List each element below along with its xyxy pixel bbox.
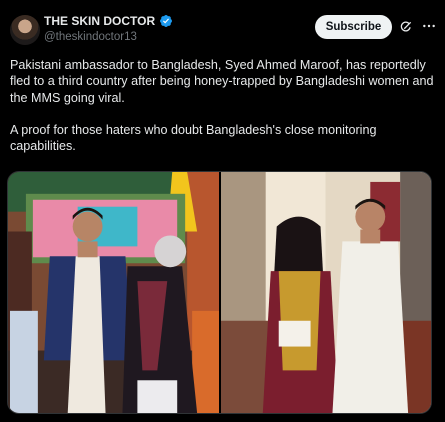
- account-handle[interactable]: @theskindoctor13: [44, 31, 137, 43]
- photo-right[interactable]: [221, 172, 431, 413]
- verified-badge-icon: [159, 14, 173, 28]
- tweet-card: THE SKIN DOCTOR @theskindoctor13 Subscri…: [0, 0, 445, 422]
- tweet-paragraph: Pakistani ambassador to Bangladesh, Syed…: [10, 58, 434, 105]
- media-grid: [7, 171, 432, 414]
- grok-icon[interactable]: [399, 20, 413, 34]
- avatar[interactable]: [10, 15, 40, 45]
- photo-left[interactable]: [8, 172, 219, 413]
- subscribe-button[interactable]: Subscribe: [315, 15, 392, 39]
- author-row: THE SKIN DOCTOR: [44, 14, 173, 28]
- tweet-paragraph: A proof for those haters who doubt Bangl…: [10, 123, 377, 154]
- display-name[interactable]: THE SKIN DOCTOR: [44, 14, 155, 28]
- more-options-icon[interactable]: [421, 18, 437, 34]
- tweet-text: Pakistani ambassador to Bangladesh, Syed…: [10, 57, 435, 155]
